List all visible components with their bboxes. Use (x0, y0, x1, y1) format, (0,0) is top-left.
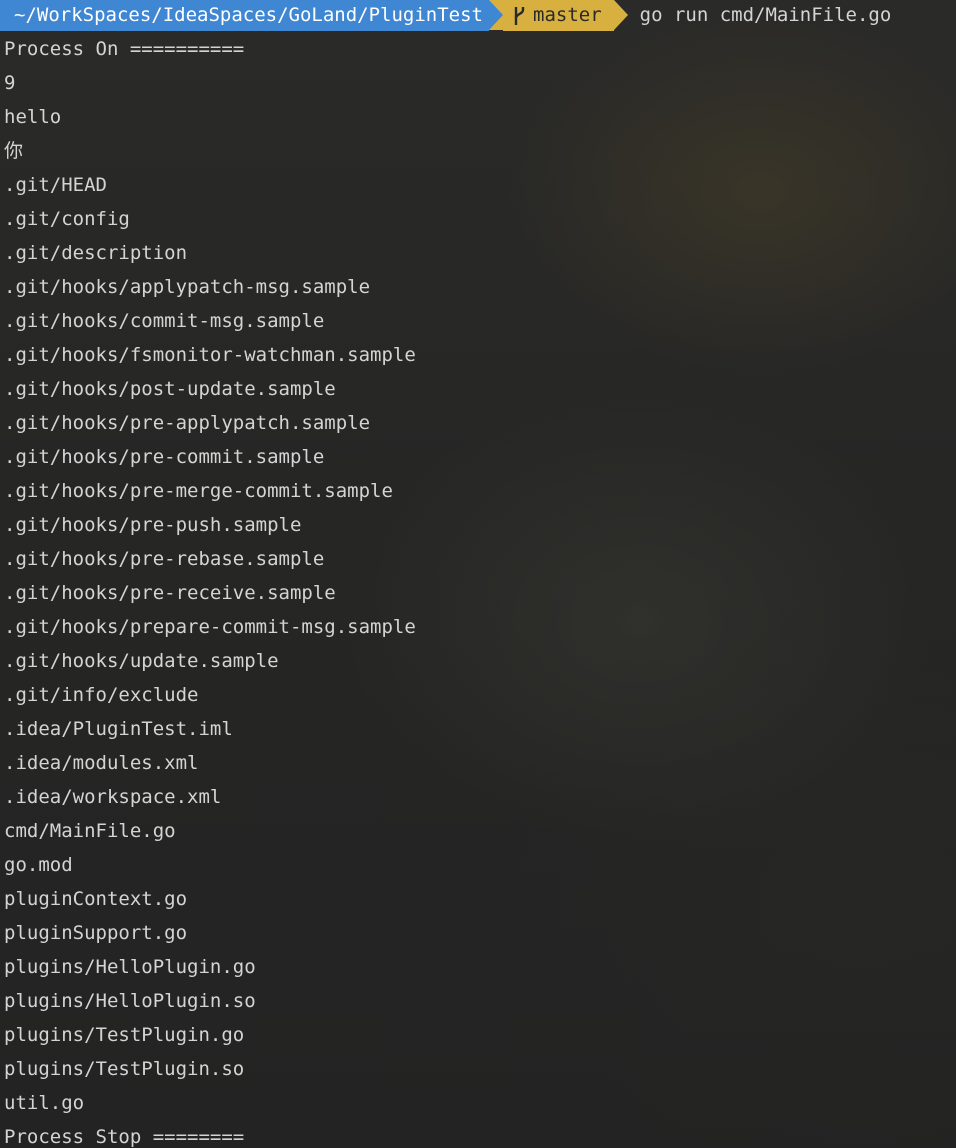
output-line: go.mod (4, 854, 73, 876)
output-line: cmd/MainFile.go (4, 820, 176, 842)
output-line: pluginContext.go (4, 888, 188, 910)
output-line: plugins/TestPlugin.go (4, 1024, 245, 1046)
output-line: .git/hooks/pre-commit.sample (4, 446, 325, 468)
output-line: hello (4, 106, 62, 128)
output-line: .git/hooks/pre-merge-commit.sample (4, 480, 393, 502)
output-line: .git/config (4, 208, 130, 230)
output-line: .idea/modules.xml (4, 752, 199, 774)
git-status-segment: master (503, 0, 614, 31)
output-line: .git/HEAD (4, 174, 107, 196)
output-line: .git/hooks/applypatch-msg.sample (4, 276, 371, 298)
command-output: Process On ========== 9 hello 你 .git/HEAD .gi… (4, 32, 416, 1148)
output-line: .git/hooks/commit-msg.sample (4, 310, 325, 332)
output-line: .idea/workspace.xml (4, 786, 222, 808)
output-line: util.go (4, 1092, 85, 1114)
output-line: pluginSupport.go (4, 922, 188, 944)
output-line: plugins/HelloPlugin.go (4, 956, 256, 978)
command-text: go run cmd/MainFile.go (639, 4, 892, 26)
git-separator-arrow (613, 0, 628, 30)
shell-prompt: ~/WorkSpaces/IdeaSpaces/GoLand/PluginTes… (0, 0, 891, 31)
output-line: .idea/PluginTest.iml (4, 718, 233, 740)
output-line: .git/hooks/pre-receive.sample (4, 582, 336, 604)
prompt-path: ~/WorkSpaces/IdeaSpaces/GoLand/PluginTes… (0, 0, 489, 31)
output-line: Process Stop ======== (4, 1126, 245, 1148)
output-line: .git/info/exclude (4, 684, 199, 706)
output-line: Process On ========== (4, 38, 245, 60)
output-line: plugins/TestPlugin.so (4, 1058, 245, 1080)
git-branch-name: master (533, 4, 602, 26)
output-line: .git/description (4, 242, 188, 264)
output-line: 9 (4, 72, 16, 94)
output-line: .git/hooks/pre-applypatch.sample (4, 412, 371, 434)
output-line: .git/hooks/prepare-commit-msg.sample (4, 616, 416, 638)
git-branch-icon (514, 6, 525, 25)
output-line: plugins/HelloPlugin.so (4, 990, 256, 1012)
output-line: .git/hooks/post-update.sample (4, 378, 336, 400)
output-line: 你 (4, 140, 24, 162)
output-line: .git/hooks/fsmonitor-watchman.sample (4, 344, 416, 366)
output-line: .git/hooks/pre-push.sample (4, 514, 302, 536)
output-line: .git/hooks/pre-rebase.sample (4, 548, 325, 570)
path-separator-arrow (489, 0, 503, 30)
terminal-window[interactable]: ~/WorkSpaces/IdeaSpaces/GoLand/PluginTes… (0, 0, 956, 1148)
output-line: .git/hooks/update.sample (4, 650, 279, 672)
